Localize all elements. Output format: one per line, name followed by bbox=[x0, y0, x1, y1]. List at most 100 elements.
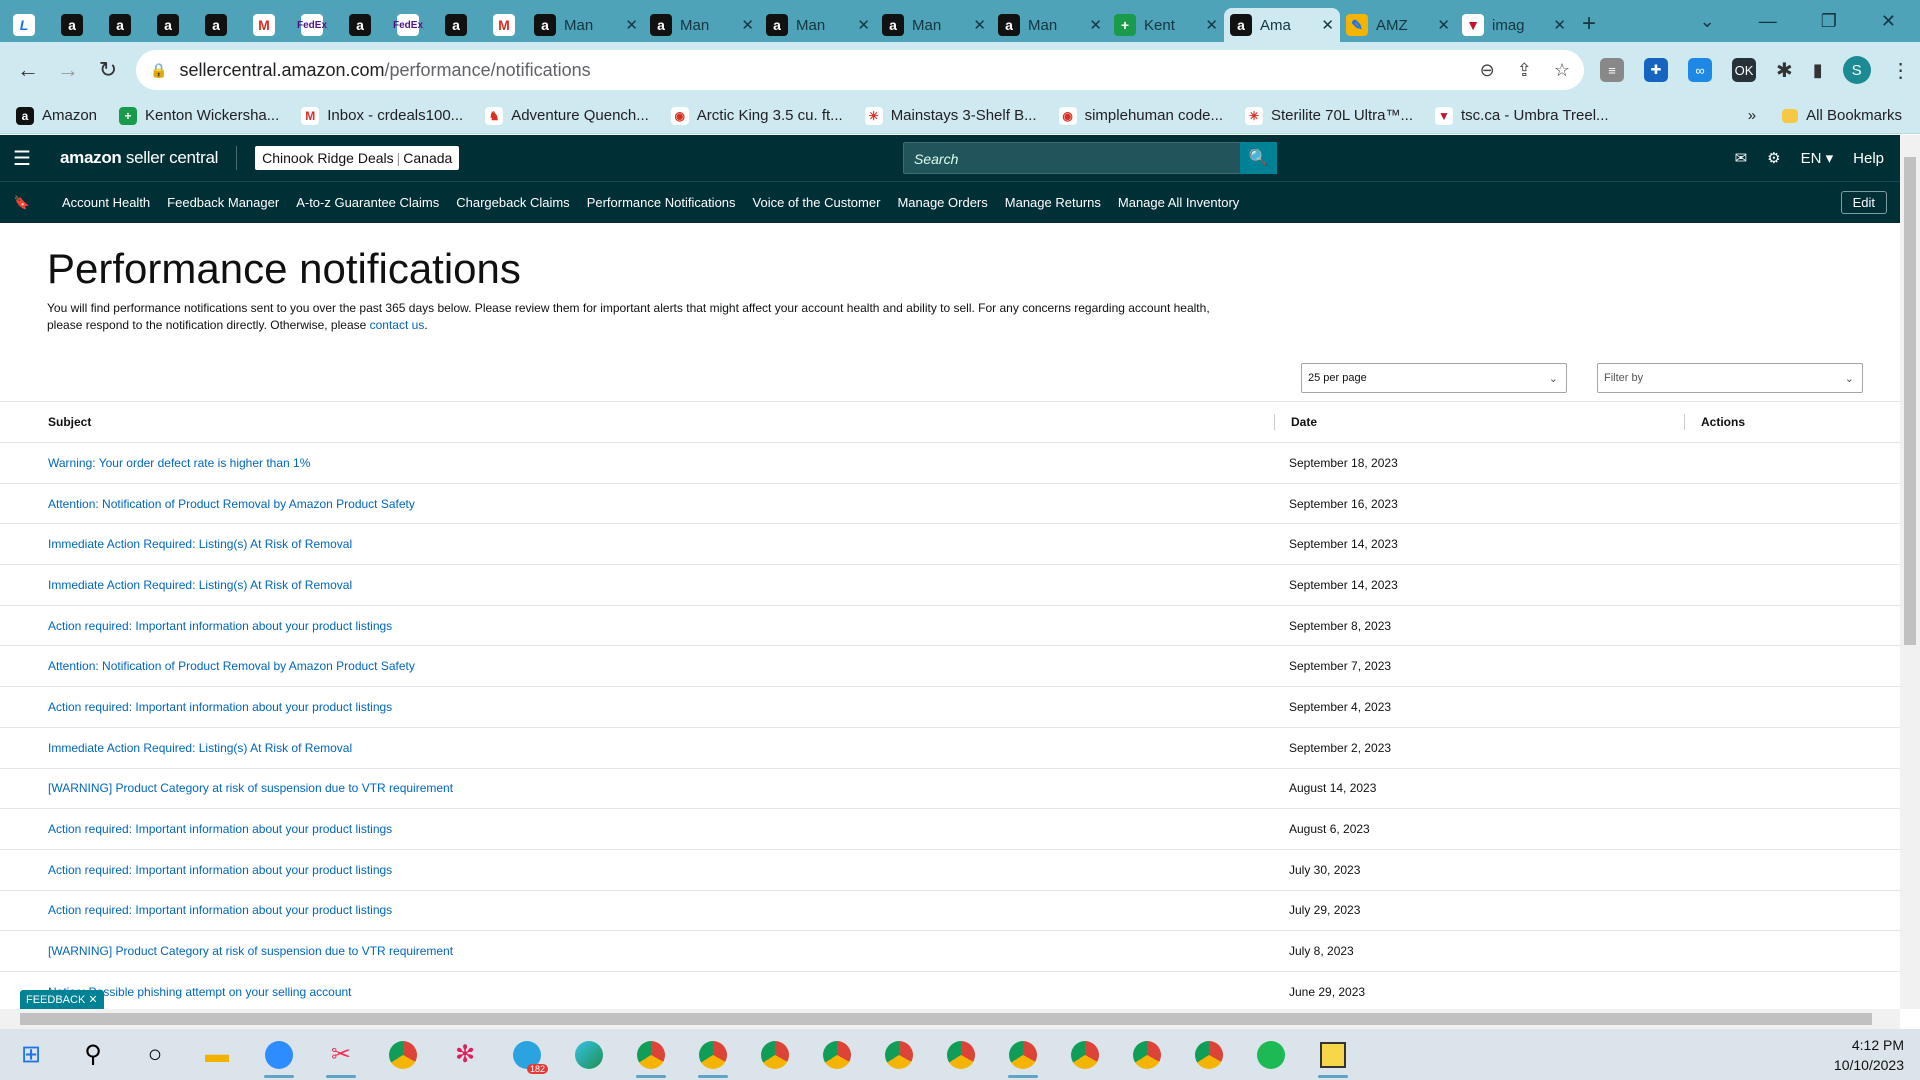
chrome-profile-icon[interactable] bbox=[868, 1029, 930, 1080]
share-icon[interactable]: ⇪ bbox=[1517, 60, 1532, 81]
browser-tab[interactable]: a bbox=[144, 8, 192, 42]
nav-link[interactable]: Manage Orders bbox=[897, 195, 987, 210]
notification-subject-link[interactable]: Immediate Action Required: Listing(s) At… bbox=[0, 537, 1274, 551]
side-panel-icon[interactable]: ▮ bbox=[1813, 60, 1823, 81]
contact-us-link[interactable]: contact us bbox=[370, 318, 425, 332]
close-tab-icon[interactable]: ✕ bbox=[1553, 16, 1566, 34]
browser-tab[interactable]: a Man ✕ bbox=[528, 8, 644, 42]
tab-search-chevron-icon[interactable]: ⌄ bbox=[1700, 11, 1715, 32]
browser-tab[interactable]: a bbox=[192, 8, 240, 42]
close-tab-icon[interactable]: ✕ bbox=[625, 16, 638, 34]
bookmark-item[interactable]: ◉ simplehuman code... bbox=[1058, 106, 1223, 125]
date-header[interactable]: Date bbox=[1274, 414, 1684, 430]
close-tab-icon[interactable]: ✕ bbox=[1437, 16, 1450, 34]
chrome-profile-icon[interactable] bbox=[620, 1029, 682, 1080]
bookmark-item[interactable]: ✳ Mainstays 3-Shelf B... bbox=[864, 106, 1037, 125]
chrome-profile-icon[interactable] bbox=[372, 1029, 434, 1080]
bookmark-item[interactable]: M Inbox - crdeals100... bbox=[301, 106, 463, 125]
sticky-notes-icon[interactable] bbox=[1302, 1029, 1364, 1080]
zoom-icon[interactable]: ⊖ bbox=[1480, 60, 1495, 81]
nav-link[interactable]: Chargeback Claims bbox=[456, 195, 569, 210]
minimize-icon[interactable]: — bbox=[1759, 11, 1777, 32]
bookmark-item[interactable]: a Amazon bbox=[16, 106, 97, 125]
new-tab-icon[interactable]: + bbox=[1582, 10, 1596, 38]
language-selector[interactable]: EN ▾ bbox=[1801, 149, 1834, 167]
browser-tab[interactable]: a bbox=[48, 8, 96, 42]
close-tab-icon[interactable]: ✕ bbox=[857, 16, 870, 34]
notification-subject-link[interactable]: Action required: Important information a… bbox=[0, 619, 1274, 633]
browser-tab[interactable]: a Man ✕ bbox=[992, 8, 1108, 42]
edit-nav-button[interactable]: Edit bbox=[1840, 191, 1887, 214]
chrome-profile-icon[interactable] bbox=[744, 1029, 806, 1080]
chrome-profile-icon[interactable] bbox=[682, 1029, 744, 1080]
horizontal-scroll-thumb[interactable] bbox=[20, 1013, 1872, 1025]
browser-tab[interactable]: a bbox=[336, 8, 384, 42]
more-bookmarks-icon[interactable]: » bbox=[1748, 107, 1756, 124]
vertical-scrollbar[interactable] bbox=[1900, 135, 1920, 1009]
hamburger-menu-icon[interactable]: ☰ bbox=[0, 146, 44, 171]
vertical-scroll-thumb[interactable] bbox=[1904, 157, 1916, 645]
chrome-profile-icon[interactable] bbox=[1178, 1029, 1240, 1080]
browser-tab[interactable]: FedEx bbox=[384, 8, 432, 42]
notification-subject-link[interactable]: [WARNING] Product Category at risk of su… bbox=[0, 944, 1274, 958]
notification-subject-link[interactable]: Warning: Your order defect rate is highe… bbox=[0, 456, 1274, 470]
filter-select[interactable]: Filter by ⌄ bbox=[1597, 363, 1863, 393]
nav-link[interactable]: Performance Notifications bbox=[587, 195, 736, 210]
keepa-extension-icon[interactable]: ✚ bbox=[1644, 58, 1668, 82]
forward-icon[interactable]: → bbox=[48, 57, 88, 83]
url-bar[interactable]: 🔒 sellercentral.amazon.com/performance/n… bbox=[136, 50, 1584, 90]
bookmark-pin-icon[interactable]: 🔖 bbox=[0, 195, 44, 211]
notification-subject-link[interactable]: Attention: Notification of Product Remov… bbox=[0, 497, 1274, 511]
notification-subject-link[interactable]: Notice: Possible phishing attempt on you… bbox=[0, 985, 1274, 999]
spotify-icon[interactable] bbox=[1240, 1029, 1302, 1080]
browser-menu-icon[interactable]: ⋮ bbox=[1891, 58, 1911, 83]
link-extension-icon[interactable]: ∞ bbox=[1688, 58, 1712, 82]
close-tab-icon[interactable]: ✕ bbox=[973, 16, 986, 34]
horizontal-scrollbar[interactable] bbox=[0, 1009, 1900, 1029]
seller-central-logo[interactable]: amazon seller central bbox=[60, 148, 218, 168]
nav-link[interactable]: Manage Returns bbox=[1005, 195, 1101, 210]
close-tab-icon[interactable]: ✕ bbox=[741, 16, 754, 34]
bookmark-star-icon[interactable]: ☆ bbox=[1554, 60, 1570, 81]
bookmark-item[interactable]: ◉ Arctic King 3.5 cu. ft... bbox=[670, 106, 843, 125]
snip-tool-icon[interactable]: ✂ bbox=[310, 1029, 372, 1080]
notification-subject-link[interactable]: Action required: Important information a… bbox=[0, 903, 1274, 917]
slack-icon[interactable]: ✻ bbox=[434, 1029, 496, 1080]
system-clock[interactable]: 4:12 PM 10/10/2023 bbox=[1834, 1035, 1904, 1075]
close-tab-icon[interactable]: ✕ bbox=[1089, 16, 1102, 34]
gear-icon[interactable]: ⚙ bbox=[1767, 149, 1780, 167]
profile-avatar[interactable]: S bbox=[1842, 56, 1871, 84]
file-explorer-icon[interactable]: ▬ bbox=[186, 1029, 248, 1080]
ok-extension-icon[interactable]: OK bbox=[1732, 58, 1756, 82]
reload-icon[interactable]: ↻ bbox=[88, 57, 128, 83]
search-button[interactable]: 🔍 bbox=[1240, 142, 1277, 174]
help-link[interactable]: Help bbox=[1853, 150, 1884, 167]
chrome-profile-icon[interactable] bbox=[1054, 1029, 1116, 1080]
account-switcher[interactable]: Chinook Ridge Deals | Canada bbox=[255, 146, 460, 170]
notification-subject-link[interactable]: Action required: Important information a… bbox=[0, 863, 1274, 877]
notification-subject-link[interactable]: Immediate Action Required: Listing(s) At… bbox=[0, 741, 1274, 755]
bookmark-item[interactable]: ▼ tsc.ca - Umbra Treel... bbox=[1435, 106, 1609, 125]
nav-link[interactable]: Manage All Inventory bbox=[1118, 195, 1239, 210]
browser-tab[interactable]: a Man ✕ bbox=[644, 8, 760, 42]
nav-link[interactable]: Feedback Manager bbox=[167, 195, 279, 210]
browser-tab[interactable]: ▼ imag ✕ bbox=[1456, 8, 1572, 42]
subject-header[interactable]: Subject bbox=[0, 415, 1274, 429]
browser-tab[interactable]: a Man ✕ bbox=[876, 8, 992, 42]
notification-subject-link[interactable]: Action required: Important information a… bbox=[0, 822, 1274, 836]
back-icon[interactable]: ← bbox=[8, 57, 48, 83]
all-bookmarks-folder[interactable]: All Bookmarks bbox=[1782, 107, 1902, 124]
per-page-select[interactable]: 25 per page ⌄ bbox=[1301, 363, 1567, 393]
puzzle-extensions-icon[interactable]: ✱ bbox=[1776, 58, 1793, 83]
database-extension-icon[interactable]: ≡ bbox=[1600, 58, 1624, 82]
bookmark-item[interactable]: ♞ Adventure Quench... bbox=[485, 106, 649, 125]
bookmark-item[interactable]: ✳ Sterilite 70L Ultra™... bbox=[1245, 106, 1413, 125]
close-tab-icon[interactable]: ✕ bbox=[1321, 16, 1334, 34]
feedback-button[interactable]: FEEDBACK ✕ bbox=[20, 990, 104, 1009]
close-window-icon[interactable]: ✕ bbox=[1881, 11, 1896, 32]
notification-subject-link[interactable]: Attention: Notification of Product Remov… bbox=[0, 659, 1274, 673]
search-icon[interactable]: ⚲ bbox=[62, 1029, 124, 1080]
browser-tab[interactable]: L bbox=[0, 8, 48, 42]
close-tab-icon[interactable]: ✕ bbox=[1205, 16, 1218, 34]
chrome-profile-icon[interactable] bbox=[992, 1029, 1054, 1080]
